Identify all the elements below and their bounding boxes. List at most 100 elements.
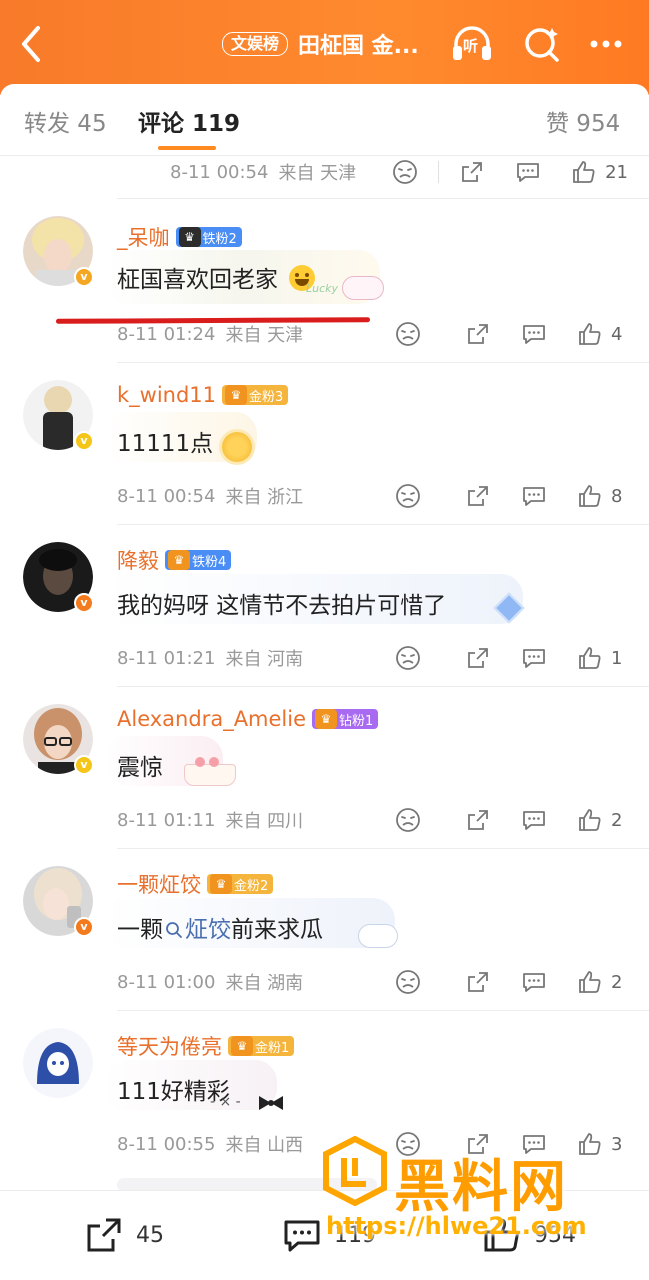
username[interactable]: 等天为倦亮 xyxy=(117,1031,222,1061)
fan-badge-label: 铁粉2 xyxy=(202,231,237,247)
listen-icon[interactable]: 听 xyxy=(448,22,496,66)
comment-username[interactable]: 降毅 ♛ 铁粉4 xyxy=(117,545,232,575)
reaction-icon[interactable] xyxy=(395,807,421,833)
reaction-icon[interactable] xyxy=(395,1131,421,1157)
comment-username[interactable]: Alexandra_Amelie ♛ 钻粉1 xyxy=(117,707,379,731)
comment-divider xyxy=(117,524,649,525)
avatar[interactable]: v xyxy=(23,216,94,287)
share-icon[interactable] xyxy=(465,483,491,509)
username[interactable]: Alexandra_Amelie xyxy=(117,707,306,731)
top-header: 文娱榜 田柾国 金... 听 xyxy=(0,0,649,95)
back-icon[interactable] xyxy=(14,22,50,66)
comment-meta-row: 8-11 01:24 来自 天津 4 xyxy=(117,318,637,350)
comment-meta-row: 8-11 01:21 来自 河南 1 xyxy=(117,642,637,674)
fan-badge[interactable]: ♛ 金粉2 xyxy=(207,874,274,894)
fan-badge[interactable]: ♛ 钻粉1 xyxy=(312,709,379,729)
tabs-bar: 转发 45 评论 119 赞 954 xyxy=(0,84,649,156)
like-icon[interactable] xyxy=(577,645,603,671)
reply-icon[interactable] xyxy=(515,159,541,185)
like-icon[interactable] xyxy=(571,159,597,185)
fan-badge-label: 铁粉4 xyxy=(192,554,227,570)
verified-badge: v xyxy=(74,755,94,775)
reply-icon[interactable] xyxy=(521,807,547,833)
comment-source: 来自 河南 xyxy=(225,649,304,670)
fan-badge-label: 金粉3 xyxy=(249,389,284,405)
username[interactable]: k_wind11 xyxy=(117,383,216,407)
fan-badge[interactable]: ♛ 铁粉2 xyxy=(175,227,242,247)
comment-text: 一颗 炡饺前来求瓜 xyxy=(117,904,337,950)
tab-likes[interactable]: 赞 954 xyxy=(546,104,620,138)
comment-text-body: 柾国喜欢回老家 xyxy=(117,267,278,293)
avatar[interactable] xyxy=(23,1028,93,1098)
comment-meta-row: 8-11 00:54 来自 浙江 8 xyxy=(117,480,637,512)
repost-icon xyxy=(87,1218,121,1252)
comment-username[interactable]: k_wind11 ♛ 金粉3 xyxy=(117,383,289,407)
reply-icon[interactable] xyxy=(521,483,547,509)
share-icon[interactable] xyxy=(459,159,485,185)
more-icon[interactable] xyxy=(584,22,632,66)
comment-text: 11111点 xyxy=(117,431,214,457)
comment-divider xyxy=(117,198,649,199)
cake-sticker-icon xyxy=(184,757,236,786)
avatar[interactable]: v xyxy=(23,380,94,451)
avatar[interactable]: v xyxy=(23,866,94,937)
reply-icon[interactable] xyxy=(521,969,547,995)
avatar[interactable]: v xyxy=(23,542,94,613)
verified-badge: v xyxy=(74,431,94,451)
cloud-sticker-icon xyxy=(358,924,398,948)
repost-button[interactable]: 45 xyxy=(84,1215,164,1255)
share-icon[interactable] xyxy=(465,969,491,995)
share-icon[interactable] xyxy=(465,645,491,671)
like-icon[interactable] xyxy=(577,1131,603,1157)
bow-sticker-icon xyxy=(256,1094,286,1112)
comment-button[interactable]: 119 xyxy=(282,1215,376,1255)
comment-text: 震惊 xyxy=(117,755,163,781)
topic-link-text[interactable]: 炡饺 xyxy=(185,917,231,943)
reply-icon[interactable] xyxy=(521,1131,547,1157)
fan-badge[interactable]: ♛ 金粉1 xyxy=(228,1036,295,1056)
like-icon[interactable] xyxy=(577,969,603,995)
username[interactable]: 一颗炡饺 xyxy=(117,869,201,899)
search-icon[interactable] xyxy=(518,22,566,66)
reaction-icon[interactable] xyxy=(392,159,418,185)
crown-icon: ♛ xyxy=(210,874,232,894)
reaction-icon[interactable] xyxy=(395,645,421,671)
tab-repost[interactable]: 转发 45 xyxy=(24,104,107,138)
comment-meta-row: 8-11 00:55 来自 山西 3 xyxy=(117,1128,637,1160)
comment-text-prefix: 一颗 xyxy=(117,917,163,943)
like-button[interactable]: 954 xyxy=(482,1215,576,1255)
share-icon[interactable] xyxy=(465,321,491,347)
reply-icon[interactable] xyxy=(521,321,547,347)
share-icon[interactable] xyxy=(465,807,491,833)
like-icon[interactable] xyxy=(577,321,603,347)
comment-meta-row: 8-11 00:54 来自 天津 21 xyxy=(170,156,640,188)
verified-badge: v xyxy=(74,917,94,937)
reaction-icon[interactable] xyxy=(395,321,421,347)
tab-comments[interactable]: 评论 119 xyxy=(138,104,240,138)
reaction-icon[interactable] xyxy=(395,483,421,509)
comment-username[interactable]: 等天为倦亮 ♛ 金粉1 xyxy=(117,1031,295,1061)
crown-icon: ♛ xyxy=(168,550,190,570)
comment-username[interactable]: _呆咖 ♛ 铁粉2 xyxy=(117,222,242,252)
fan-badge[interactable]: ♛ 铁粉4 xyxy=(165,550,232,570)
fan-badge[interactable]: ♛ 金粉3 xyxy=(222,385,289,405)
avatar[interactable]: v xyxy=(23,704,94,775)
username[interactable]: 降毅 xyxy=(117,545,159,575)
username[interactable]: _呆咖 xyxy=(117,222,170,252)
like-icon[interactable] xyxy=(577,807,603,833)
reaction-icon[interactable] xyxy=(395,969,421,995)
crown-icon: ♛ xyxy=(225,385,248,405)
reply-icon[interactable] xyxy=(521,645,547,671)
like-icon[interactable] xyxy=(577,483,603,509)
comment-text: 柾国喜欢回老家 xyxy=(117,254,329,300)
comment-divider xyxy=(117,1010,649,1011)
topic-search-link[interactable]: 炡饺 xyxy=(163,917,231,943)
comment-time: 8-11 01:24 xyxy=(117,323,216,345)
active-tab-indicator xyxy=(158,146,216,150)
comment-username[interactable]: 一颗炡饺 ♛ 金粉2 xyxy=(117,869,274,899)
fan-badge-label: 钻粉1 xyxy=(339,713,374,729)
divider xyxy=(438,161,440,183)
header-title-area[interactable]: 文娱榜 田柾国 金... xyxy=(222,28,419,60)
share-icon[interactable] xyxy=(465,1131,491,1157)
repost-count: 45 xyxy=(136,1222,164,1248)
